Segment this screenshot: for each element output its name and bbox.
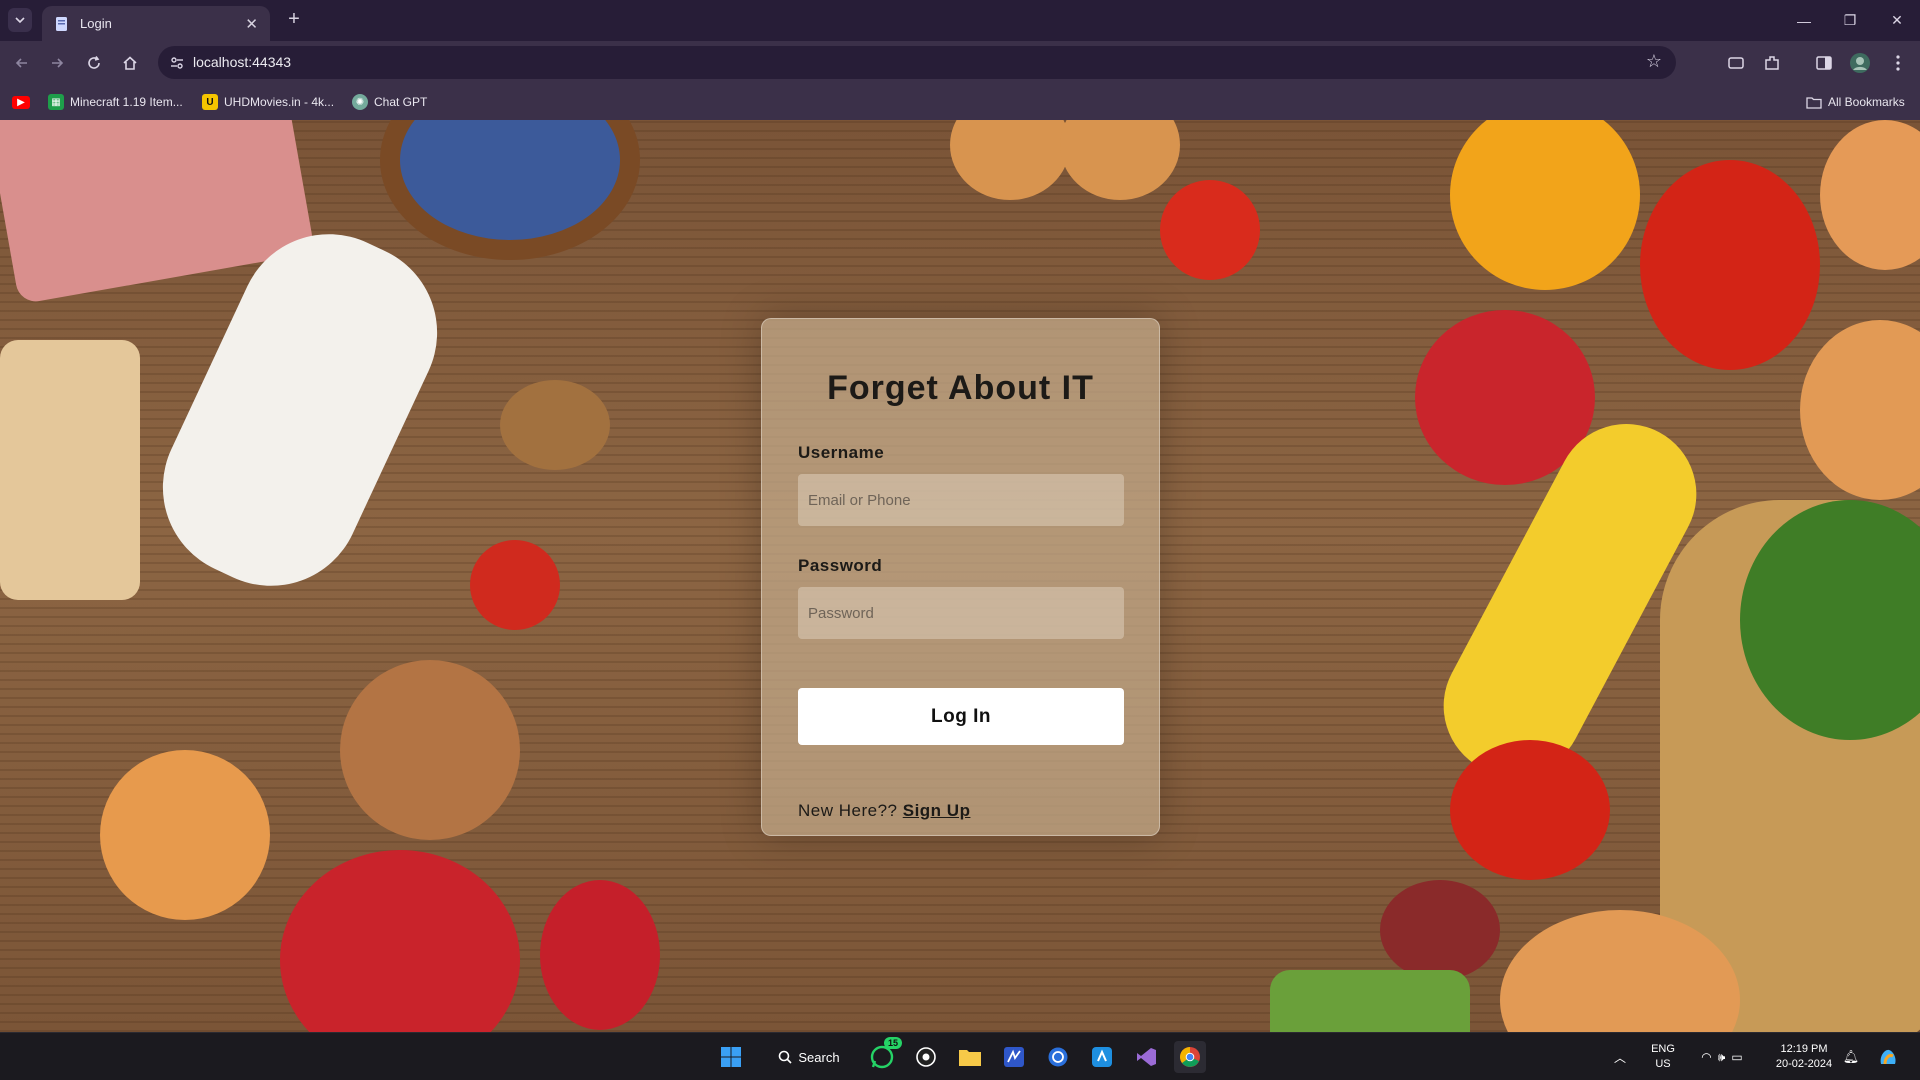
celery-image: [1270, 970, 1470, 1032]
pomegranate-spoon-image: [1380, 880, 1500, 980]
apple-image: [280, 850, 520, 1032]
browser-menu-icon[interactable]: [1886, 51, 1910, 75]
tomato-image: [470, 540, 560, 630]
minimize-button[interactable]: —: [1781, 0, 1827, 41]
all-bookmarks-folder[interactable]: All Bookmarks: [1806, 92, 1905, 112]
chevron-down-icon: [15, 17, 25, 24]
active-tab[interactable]: Login ✕: [42, 6, 270, 41]
system-tray-status[interactable]: ◠ 🕪 ▭: [1690, 1041, 1754, 1073]
volume-icon: 🕪: [1717, 1049, 1726, 1064]
all-bookmarks-label: All Bookmarks: [1828, 95, 1905, 109]
login-card: Forget About IT Username Password Log In…: [761, 318, 1160, 836]
almond-bowl-image: [340, 660, 520, 840]
taskbar-search-button[interactable]: Search: [770, 1041, 848, 1073]
side-panel-icon[interactable]: [1812, 51, 1836, 75]
site-info-icon[interactable]: [166, 52, 188, 74]
home-button[interactable]: [116, 49, 144, 77]
battery-icon: ▭: [1731, 1050, 1743, 1064]
username-label: Username: [798, 443, 885, 462]
close-tab-icon[interactable]: ✕: [245, 15, 258, 33]
notification-bell-icon[interactable]: 🔔︎: [1838, 1041, 1864, 1073]
bookmark-star-icon[interactable]: ☆: [1646, 51, 1662, 72]
clock[interactable]: 12:19 PM 20-02-2024: [1770, 1042, 1838, 1072]
bookmark-minecraft[interactable]: ▦ Minecraft 1.19 Item...: [48, 92, 183, 112]
copilot-icon[interactable]: [1872, 1041, 1904, 1073]
youtube-icon: ▶: [12, 95, 30, 109]
language-text: ENG: [1651, 1043, 1675, 1055]
egg-right-image: [1820, 120, 1920, 270]
password-label: Password: [798, 556, 883, 575]
reload-button[interactable]: [80, 49, 108, 77]
taskbar-search-label: Search: [798, 1049, 840, 1065]
password-input[interactable]: [798, 587, 1124, 639]
tomato-image: [1160, 180, 1260, 280]
browser-tab-strip: Login ✕ + — ❐ ✕: [0, 0, 1920, 41]
arrow-left-icon: [15, 58, 27, 68]
walnut-image: [500, 380, 610, 470]
reload-icon: [88, 56, 100, 69]
cherry-tomatoes-image: [1640, 160, 1820, 370]
bookmark-uhdmovies[interactable]: U UHDMovies.in - 4k...: [202, 92, 334, 112]
region-text: US: [1655, 1058, 1671, 1070]
address-bar[interactable]: localhost:44343 ☆: [158, 46, 1676, 79]
sheets-icon: ▦: [48, 94, 64, 110]
folder-icon: [1806, 94, 1822, 110]
tab-title: Login: [80, 16, 112, 31]
url-text[interactable]: localhost:44343: [193, 54, 291, 70]
home-icon: [123, 56, 137, 70]
show-hidden-icons-chevron-icon[interactable]: ︿: [1610, 1041, 1630, 1073]
bread-slices-image: [0, 340, 140, 600]
cast-icon[interactable]: [1724, 51, 1748, 75]
sketch-app-icon[interactable]: [998, 1041, 1030, 1073]
arrow-right-icon: [52, 58, 64, 68]
strawberry-image: [540, 880, 660, 1030]
windows-start-icon[interactable]: [715, 1041, 747, 1073]
file-explorer-icon[interactable]: [954, 1041, 986, 1073]
tomato-vine-image: [1450, 740, 1610, 880]
orange-slice-image: [1450, 120, 1640, 290]
bookmark-label: UHDMovies.in - 4k...: [224, 95, 335, 109]
forward-button[interactable]: [43, 49, 71, 77]
obs-studio-icon[interactable]: [910, 1041, 942, 1073]
visual-studio-icon[interactable]: [1130, 1041, 1162, 1073]
egg-top-image: [1060, 120, 1180, 200]
chrome-icon[interactable]: [1174, 1041, 1206, 1073]
bookmark-chatgpt[interactable]: ✺ Chat GPT: [352, 92, 427, 112]
wifi-icon: ◠: [1701, 1050, 1712, 1064]
page-favicon-icon: [56, 16, 67, 31]
clock-date: 20-02-2024: [1775, 1058, 1833, 1070]
bookmark-label: Chat GPT: [374, 95, 428, 109]
signup-prompt: New Here?? Sign Up: [798, 801, 970, 821]
login-title: Forget About IT: [827, 369, 1094, 407]
whatsapp-icon[interactable]: 15: [866, 1037, 902, 1073]
extensions-icon[interactable]: [1760, 51, 1784, 75]
language-indicator[interactable]: ENG US: [1648, 1042, 1678, 1072]
profile-avatar[interactable]: [1848, 51, 1872, 75]
tab-search-button[interactable]: [8, 8, 32, 32]
username-input[interactable]: [798, 474, 1124, 526]
search-icon: [779, 1050, 792, 1064]
bookmark-youtube[interactable]: ▶: [12, 92, 36, 112]
egg-right-image: [1800, 320, 1920, 500]
signup-prompt-text: New Here??: [798, 801, 898, 820]
new-tab-button[interactable]: +: [282, 8, 306, 32]
signup-link[interactable]: Sign Up: [903, 801, 971, 820]
egg-image: [100, 750, 270, 920]
uhd-icon: U: [202, 94, 218, 110]
bookmarks-bar: ▶ ▦ Minecraft 1.19 Item... U UHDMovies.i…: [0, 84, 1920, 120]
egg-top-image: [950, 120, 1070, 200]
back-button[interactable]: [8, 49, 36, 77]
vpn-app-icon[interactable]: [1086, 1041, 1118, 1073]
windows-taskbar: Search 15 ︿ ENG US ◠ 🕪 ▭ 12:19 PM 20-02-…: [0, 1032, 1920, 1080]
chatgpt-icon: ✺: [352, 94, 368, 110]
bookmark-label: Minecraft 1.19 Item...: [70, 95, 183, 109]
login-button[interactable]: Log In: [798, 688, 1124, 745]
close-window-button[interactable]: ✕: [1874, 0, 1920, 41]
sync-app-icon[interactable]: [1042, 1041, 1074, 1073]
browser-toolbar: localhost:44343 ☆: [0, 41, 1920, 84]
restore-button[interactable]: ❐: [1827, 0, 1873, 41]
clock-time: 12:19 PM: [1780, 1043, 1828, 1055]
whatsapp-badge: 15: [883, 1037, 902, 1049]
